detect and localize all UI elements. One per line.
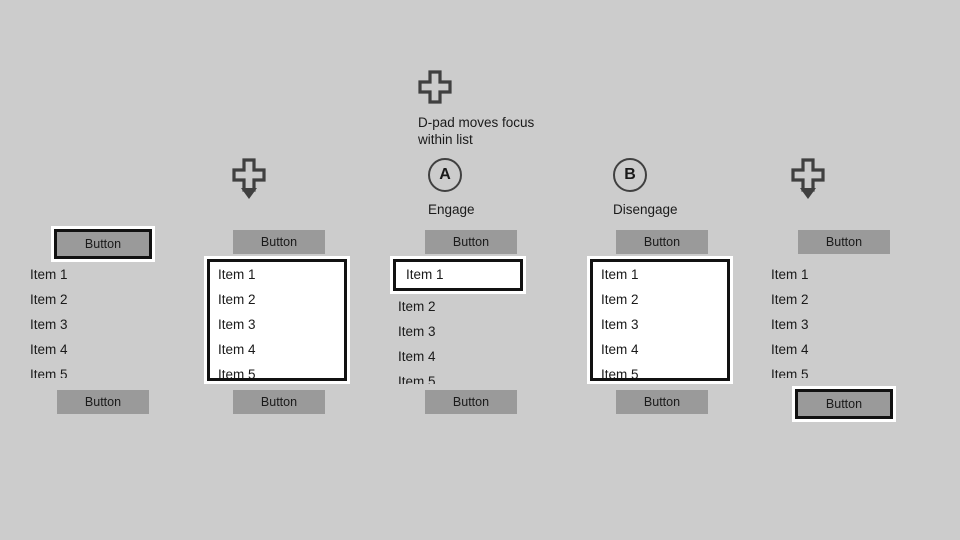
list-item[interactable]: Item 2 xyxy=(769,287,915,312)
list-item[interactable]: Item 4 xyxy=(210,337,344,362)
list-item[interactable]: Item 1 xyxy=(28,262,174,287)
focus-ring: Item 1 Item 2 Item 3 Item 4 Item 5 xyxy=(204,256,350,384)
focus-ring: Item 1 Item 2 Item 3 Item 4 Item 5 xyxy=(587,256,733,384)
column-4: Button Item 1 Item 2 Item 3 Item 4 Item … xyxy=(587,0,737,540)
list-item[interactable]: Item 3 xyxy=(28,312,174,337)
top-button[interactable]: Button xyxy=(616,230,708,254)
column-2: Button Item 1 Item 2 Item 3 Item 4 Item … xyxy=(204,0,354,540)
list-item[interactable]: Item 4 xyxy=(396,344,542,369)
column-4-list-slot: Item 1 Item 2 Item 3 Item 4 Item 5 xyxy=(587,256,737,384)
list-item-focused[interactable]: Item 1 xyxy=(396,262,520,288)
top-button[interactable]: Button xyxy=(57,232,149,256)
top-button[interactable]: Button xyxy=(425,230,517,254)
bottom-button[interactable]: Button xyxy=(57,390,149,414)
list-box[interactable]: Item 1 Item 2 Item 3 Item 4 Item 5 xyxy=(28,262,174,379)
list-item[interactable]: Item 2 xyxy=(593,287,727,312)
column-1: Button Item 1 Item 2 Item 3 Item 4 Item … xyxy=(28,0,178,540)
column-1-list-slot: Item 1 Item 2 Item 3 Item 4 Item 5 xyxy=(28,262,178,379)
bottom-button[interactable]: Button xyxy=(425,390,517,414)
list-item[interactable]: Item 1 xyxy=(593,262,727,287)
list-item[interactable]: Item 3 xyxy=(593,312,727,337)
column-1-top-button-slot: Button xyxy=(28,226,178,262)
list-item[interactable]: Item 5 xyxy=(28,362,174,379)
focus-ring: Button xyxy=(792,386,896,422)
list-item[interactable]: Item 4 xyxy=(769,337,915,362)
list-item[interactable]: Item 2 xyxy=(210,287,344,312)
list-box[interactable]: Item 1 Item 2 Item 3 Item 4 Item 5 xyxy=(593,262,727,379)
column-2-list-slot: Item 1 Item 2 Item 3 Item 4 Item 5 xyxy=(204,256,354,384)
list-item[interactable]: Item 3 xyxy=(396,319,542,344)
list-item[interactable]: Item 5 xyxy=(210,362,344,379)
diagram-canvas: D-pad moves focus within list A Engage B… xyxy=(0,0,960,540)
column-1-bottom-button-slot: Button xyxy=(28,390,178,414)
column-5: Button Item 1 Item 2 Item 3 Item 4 Item … xyxy=(769,0,919,540)
list-item[interactable]: Item 2 xyxy=(396,294,542,319)
list-item[interactable]: Item 1 xyxy=(210,262,344,287)
bottom-button[interactable]: Button xyxy=(616,390,708,414)
column-3: Button Item 1 Item 2 Item 3 Item 4 Item … xyxy=(390,0,546,540)
list-item[interactable]: Item 4 xyxy=(28,337,174,362)
list-item[interactable]: Item 5 xyxy=(769,362,915,379)
list-item[interactable]: Item 1 xyxy=(769,262,915,287)
focus-ring: Item 1 xyxy=(390,256,526,294)
list-item[interactable]: Item 3 xyxy=(769,312,915,337)
list-item[interactable]: Item 5 xyxy=(593,362,727,379)
column-3-bottom-button-slot: Button xyxy=(396,390,546,414)
column-5-list-slot: Item 1 Item 2 Item 3 Item 4 Item 5 xyxy=(769,262,919,379)
column-2-top-button-slot: Button xyxy=(204,230,354,254)
column-2-bottom-button-slot: Button xyxy=(204,390,354,414)
column-3-list-slot: Item 1 Item 2 Item 3 Item 4 Item 5 xyxy=(390,256,546,385)
top-button[interactable]: Button xyxy=(798,230,890,254)
list-item[interactable]: Item 2 xyxy=(28,287,174,312)
bottom-button[interactable]: Button xyxy=(233,390,325,414)
list-box[interactable]: Item 2 Item 3 Item 4 Item 5 xyxy=(396,294,542,385)
list-item[interactable]: Item 5 xyxy=(396,369,542,385)
column-5-bottom-button-slot: Button xyxy=(769,386,919,422)
top-button[interactable]: Button xyxy=(233,230,325,254)
list-item[interactable]: Item 3 xyxy=(210,312,344,337)
column-5-top-button-slot: Button xyxy=(769,230,919,254)
bottom-button[interactable]: Button xyxy=(798,392,890,416)
list-item[interactable]: Item 4 xyxy=(593,337,727,362)
column-4-top-button-slot: Button xyxy=(587,230,737,254)
focus-ring: Button xyxy=(51,226,155,262)
list-box[interactable]: Item 1 Item 2 Item 3 Item 4 Item 5 xyxy=(210,262,344,379)
column-4-bottom-button-slot: Button xyxy=(587,390,737,414)
column-3-top-button-slot: Button xyxy=(396,230,546,254)
list-box[interactable]: Item 1 Item 2 Item 3 Item 4 Item 5 xyxy=(769,262,915,379)
